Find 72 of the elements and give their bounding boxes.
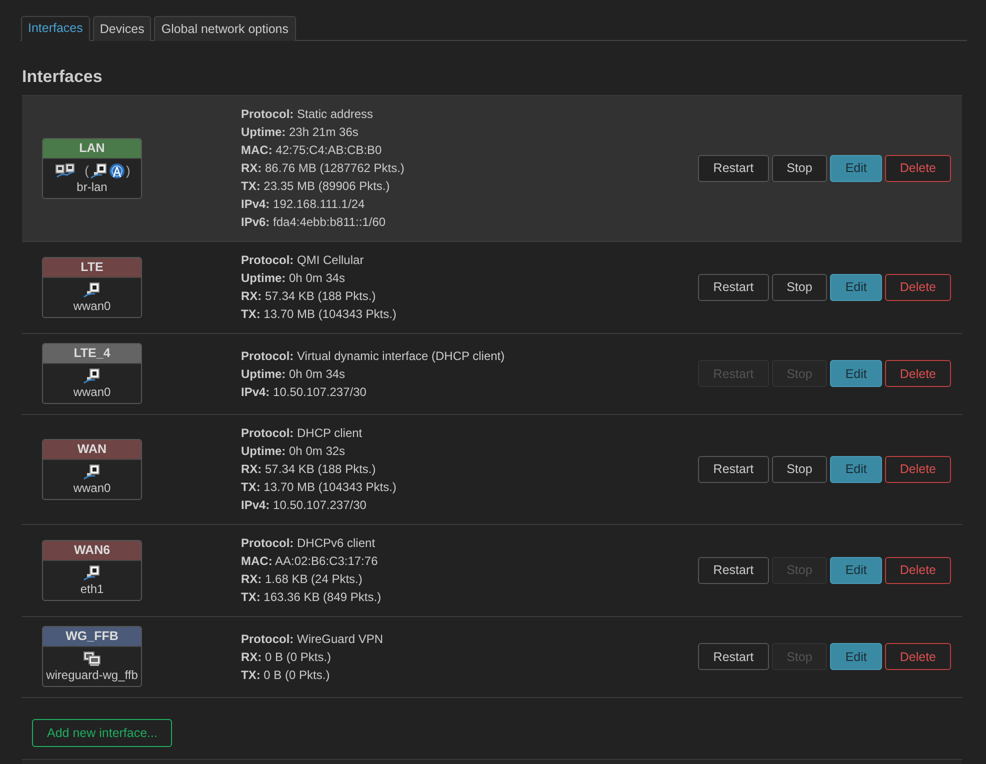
delete-button[interactable]: Delete (884, 643, 951, 670)
tab[interactable]: Interfaces (21, 16, 90, 41)
device-name: wwan0 (72, 298, 112, 314)
stop-button[interactable]: Stop (772, 274, 828, 300)
tab[interactable]: Global network options (154, 16, 296, 41)
delete-button[interactable]: Delete (884, 154, 951, 182)
detail-line: Protocol: DHCPv6 client (241, 535, 376, 552)
detail-line: Uptime: 0h 0m 34s (241, 270, 346, 287)
delete-button[interactable]: Delete (884, 556, 951, 584)
delete-button[interactable]: Delete (884, 274, 951, 300)
interface-name: LTE_4 (43, 344, 141, 364)
bracket: ( (84, 163, 89, 178)
interface-name: LAN (43, 138, 141, 158)
detail-line: TX: 13.70 MB (104343 Pkts.) (241, 479, 398, 496)
detail-line: TX: 0 B (0 Pkts.) (241, 666, 331, 684)
detail-line: Protocol: QMI Cellular (241, 252, 365, 269)
bracket: ) (126, 163, 130, 178)
detail-line: Protocol: Virtual dynamic interface (DHCP client) (241, 348, 506, 364)
interface-name: WAN6 (43, 540, 141, 560)
detail-line: IPv6: fda4:4ebb:b811::1/60 (241, 214, 387, 231)
restart-button[interactable]: Restart (698, 643, 769, 670)
detail-line: RX: 57.34 KB (188 Pkts.) (241, 461, 377, 478)
ethernet-port-icon (83, 464, 101, 480)
detail-line: TX: 163.36 KB (849 Pkts.) (241, 589, 382, 606)
detail-line: IPv4: 10.50.107.237/30 (241, 497, 368, 514)
detail-line: RX: 57.34 KB (188 Pkts.) (241, 288, 377, 305)
edit-button[interactable]: Edit (830, 274, 882, 300)
ethernet-port-icon (83, 282, 101, 298)
delete-button[interactable]: Delete (884, 456, 951, 482)
detail-line: Uptime: 0h 0m 34s (241, 366, 346, 382)
detail-line: Protocol: WireGuard VPN (241, 630, 384, 648)
detail-line: RX: 86.76 MB (1287762 Pkts.) (241, 160, 406, 177)
edit-button[interactable]: Edit (830, 456, 882, 482)
section-heading: Interfaces (22, 67, 104, 87)
edit-button[interactable]: Edit (830, 360, 882, 387)
restart-button[interactable]: Restart (698, 556, 769, 584)
device-name: wwan0 (72, 480, 112, 496)
detail-line: MAC: 42:75:C4:AB:CB:B0 (241, 142, 383, 159)
device-name: eth1 (79, 580, 105, 598)
ethernet-port-icon (90, 162, 108, 178)
edit-button[interactable]: Edit (830, 556, 882, 584)
device-name: br-lan (76, 178, 108, 196)
detail-line: TX: 13.70 MB (104343 Pkts.) (241, 306, 398, 323)
edit-button[interactable]: Edit (830, 154, 882, 182)
detail-line: Uptime: 23h 21m 36s (241, 124, 360, 141)
detail-line: TX: 23.35 MB (89906 Pkts.) (241, 178, 391, 195)
detail-line: Uptime: 0h 0m 32s (241, 443, 346, 460)
interface-name: WG_FFB (43, 627, 141, 647)
device-name: wireguard-wg_ffb (45, 667, 139, 684)
detail-line: IPv4: 192.168.111.1/24 (241, 196, 366, 213)
detail-line: IPv4: 10.50.107.237/30 (241, 384, 368, 400)
detail-line: Protocol: Static address (241, 106, 374, 123)
ethernet-port-icon (83, 368, 101, 384)
edit-button[interactable]: Edit (830, 643, 882, 670)
restart-button[interactable]: Restart (698, 154, 769, 182)
detail-line: RX: 1.68 KB (24 Pkts.) (241, 571, 364, 588)
add-interface-button[interactable]: Add new interface... (32, 719, 172, 747)
restart-button[interactable]: Restart (698, 456, 769, 482)
stop-button[interactable]: Stop (772, 154, 828, 182)
wireless-icon (109, 162, 125, 178)
tab[interactable]: Devices (92, 16, 152, 41)
delete-button[interactable]: Delete (884, 360, 951, 387)
interface-name: WAN (43, 440, 141, 460)
detail-line: RX: 0 B (0 Pkts.) (241, 648, 332, 666)
ethernet-port-icon (83, 564, 101, 580)
stop-button[interactable]: Stop (772, 456, 828, 482)
detail-line: Protocol: DHCP client (241, 425, 364, 442)
device-name: wwan0 (72, 384, 112, 401)
network-computers-icon (83, 651, 101, 667)
restart-button[interactable]: Restart (698, 274, 769, 300)
detail-line: MAC: AA:02:B6:C3:17:76 (241, 553, 379, 570)
interface-name: LTE (43, 258, 141, 278)
